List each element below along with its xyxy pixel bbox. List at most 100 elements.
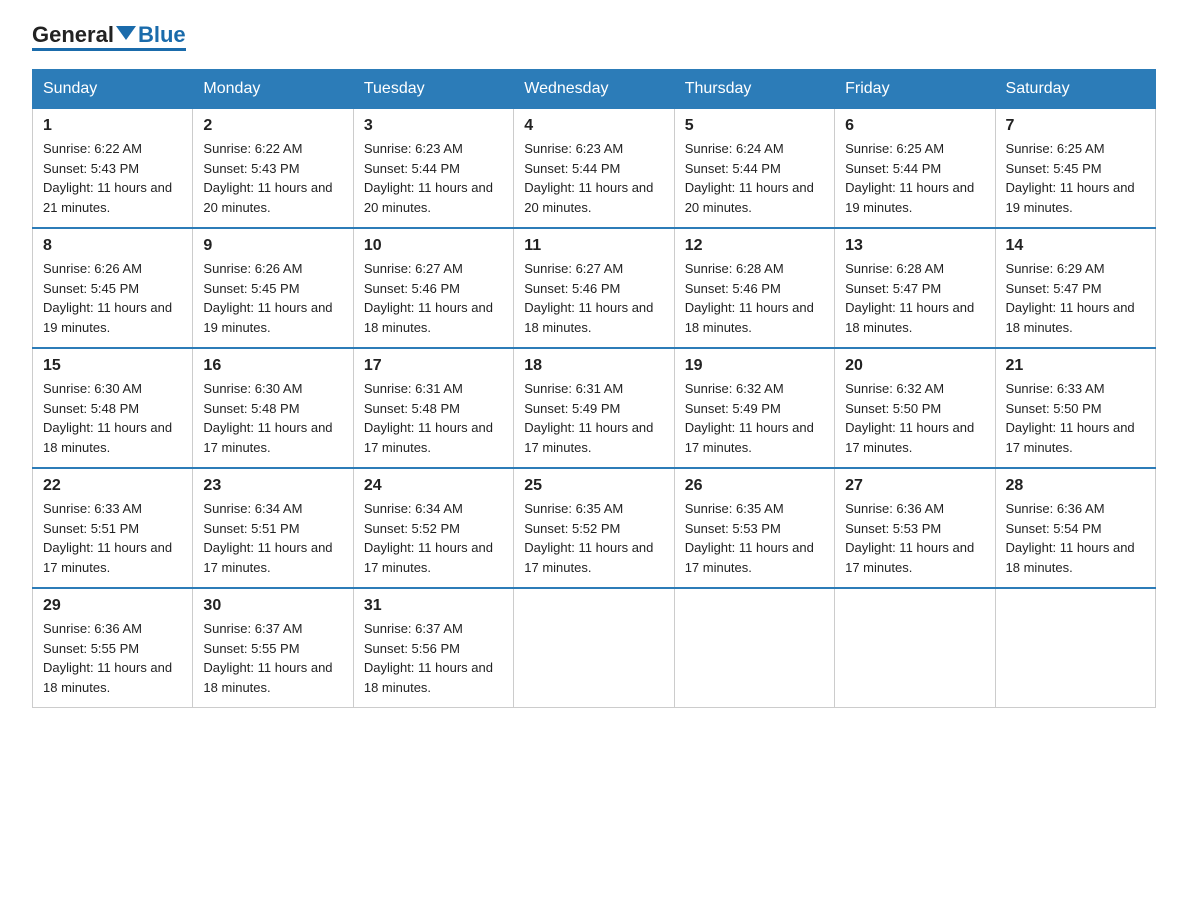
day-info: Sunrise: 6:34 AMSunset: 5:51 PMDaylight:… bbox=[203, 499, 342, 577]
calendar-cell: 9Sunrise: 6:26 AMSunset: 5:45 PMDaylight… bbox=[193, 228, 353, 348]
day-number: 16 bbox=[203, 357, 342, 375]
day-number: 8 bbox=[43, 237, 182, 255]
calendar-cell: 27 Sunrise: 6:36 AMSunset: 5:53 PMDayligh… bbox=[835, 468, 995, 588]
weekday-header-monday: Monday bbox=[193, 70, 353, 109]
weekday-header-tuesday: Tuesday bbox=[353, 70, 513, 109]
calendar-cell: 11 Sunrise: 6:27 AMSunset: 5:46 PMDayligh… bbox=[514, 228, 674, 348]
day-number: 19 bbox=[685, 357, 824, 375]
day-number: 22 bbox=[43, 477, 182, 495]
calendar-cell: 17 Sunrise: 6:31 AMSunset: 5:48 PMDayligh… bbox=[353, 348, 513, 468]
day-info: Sunrise: 6:35 AMSunset: 5:53 PMDaylight:… bbox=[685, 499, 824, 577]
calendar-cell: 12 Sunrise: 6:28 AMSunset: 5:46 PMDayligh… bbox=[674, 228, 834, 348]
day-number: 29 bbox=[43, 597, 182, 615]
weekday-header-saturday: Saturday bbox=[995, 70, 1155, 109]
day-info: Sunrise: 6:22 AMSunset: 5:43 PMDaylight:… bbox=[203, 139, 342, 217]
logo: General Blue bbox=[32, 24, 186, 51]
day-info: Sunrise: 6:32 AMSunset: 5:50 PMDaylight:… bbox=[845, 379, 984, 457]
calendar-cell: 13 Sunrise: 6:28 AMSunset: 5:47 PMDayligh… bbox=[835, 228, 995, 348]
calendar-cell bbox=[514, 588, 674, 708]
calendar-cell: 26Sunrise: 6:35 AMSunset: 5:53 PMDayligh… bbox=[674, 468, 834, 588]
calendar-cell: 22 Sunrise: 6:33 AMSunset: 5:51 PMDayligh… bbox=[33, 468, 193, 588]
calendar-cell: 31Sunrise: 6:37 AMSunset: 5:56 PMDayligh… bbox=[353, 588, 513, 708]
day-number: 24 bbox=[364, 477, 503, 495]
weekday-header-friday: Friday bbox=[835, 70, 995, 109]
day-info: Sunrise: 6:30 AMSunset: 5:48 PMDaylight:… bbox=[203, 379, 342, 457]
day-number: 18 bbox=[524, 357, 663, 375]
day-info: Sunrise: 6:28 AMSunset: 5:46 PMDaylight:… bbox=[685, 259, 824, 337]
calendar-cell: 25Sunrise: 6:35 AMSunset: 5:52 PMDayligh… bbox=[514, 468, 674, 588]
calendar-cell: 14 Sunrise: 6:29 AMSunset: 5:47 PMDayligh… bbox=[995, 228, 1155, 348]
day-info: Sunrise: 6:22 AMSunset: 5:43 PMDaylight:… bbox=[43, 139, 182, 217]
calendar-cell: 21 Sunrise: 6:33 AMSunset: 5:50 PMDayligh… bbox=[995, 348, 1155, 468]
calendar-cell: 15 Sunrise: 6:30 AMSunset: 5:48 PMDayligh… bbox=[33, 348, 193, 468]
day-number: 21 bbox=[1006, 357, 1145, 375]
calendar-cell: 4Sunrise: 6:23 AMSunset: 5:44 PMDaylight… bbox=[514, 109, 674, 229]
day-info: Sunrise: 6:33 AMSunset: 5:51 PMDaylight:… bbox=[43, 499, 182, 577]
day-number: 30 bbox=[203, 597, 342, 615]
day-number: 13 bbox=[845, 237, 984, 255]
day-number: 6 bbox=[845, 117, 984, 135]
calendar-table: SundayMondayTuesdayWednesdayThursdayFrid… bbox=[32, 69, 1156, 708]
calendar-cell: 1Sunrise: 6:22 AMSunset: 5:43 PMDaylight… bbox=[33, 109, 193, 229]
day-number: 17 bbox=[364, 357, 503, 375]
day-info: Sunrise: 6:37 AMSunset: 5:55 PMDaylight:… bbox=[203, 619, 342, 697]
day-number: 5 bbox=[685, 117, 824, 135]
day-number: 10 bbox=[364, 237, 503, 255]
day-info: Sunrise: 6:25 AMSunset: 5:45 PMDaylight:… bbox=[1006, 139, 1145, 217]
day-number: 23 bbox=[203, 477, 342, 495]
day-info: Sunrise: 6:26 AMSunset: 5:45 PMDaylight:… bbox=[43, 259, 182, 337]
calendar-cell: 19 Sunrise: 6:32 AMSunset: 5:49 PMDayligh… bbox=[674, 348, 834, 468]
day-number: 3 bbox=[364, 117, 503, 135]
calendar-week-3: 15 Sunrise: 6:30 AMSunset: 5:48 PMDayligh… bbox=[33, 348, 1156, 468]
calendar-week-4: 22 Sunrise: 6:33 AMSunset: 5:51 PMDayligh… bbox=[33, 468, 1156, 588]
day-info: Sunrise: 6:31 AMSunset: 5:48 PMDaylight:… bbox=[364, 379, 503, 457]
weekday-header-wednesday: Wednesday bbox=[514, 70, 674, 109]
day-info: Sunrise: 6:36 AMSunset: 5:53 PMDaylight:… bbox=[845, 499, 984, 577]
day-number: 15 bbox=[43, 357, 182, 375]
calendar-cell bbox=[995, 588, 1155, 708]
day-info: Sunrise: 6:23 AMSunset: 5:44 PMDaylight:… bbox=[364, 139, 503, 217]
calendar-cell: 6 Sunrise: 6:25 AMSunset: 5:44 PMDaylight… bbox=[835, 109, 995, 229]
day-info: Sunrise: 6:37 AMSunset: 5:56 PMDaylight:… bbox=[364, 619, 503, 697]
weekday-header-thursday: Thursday bbox=[674, 70, 834, 109]
logo-arrow-icon bbox=[116, 26, 136, 40]
calendar-week-1: 1Sunrise: 6:22 AMSunset: 5:43 PMDaylight… bbox=[33, 109, 1156, 229]
calendar-cell: 3 Sunrise: 6:23 AMSunset: 5:44 PMDaylight… bbox=[353, 109, 513, 229]
day-info: Sunrise: 6:24 AMSunset: 5:44 PMDaylight:… bbox=[685, 139, 824, 217]
day-info: Sunrise: 6:36 AMSunset: 5:55 PMDaylight:… bbox=[43, 619, 182, 697]
day-number: 14 bbox=[1006, 237, 1145, 255]
day-number: 2 bbox=[203, 117, 342, 135]
day-number: 4 bbox=[524, 117, 663, 135]
day-number: 12 bbox=[685, 237, 824, 255]
logo-underline bbox=[32, 48, 186, 51]
day-info: Sunrise: 6:30 AMSunset: 5:48 PMDaylight:… bbox=[43, 379, 182, 457]
day-info: Sunrise: 6:36 AMSunset: 5:54 PMDaylight:… bbox=[1006, 499, 1145, 577]
page-header: General Blue bbox=[32, 24, 1156, 51]
day-number: 9 bbox=[203, 237, 342, 255]
calendar-cell: 23 Sunrise: 6:34 AMSunset: 5:51 PMDayligh… bbox=[193, 468, 353, 588]
calendar-cell: 16 Sunrise: 6:30 AMSunset: 5:48 PMDayligh… bbox=[193, 348, 353, 468]
logo-general-text: General bbox=[32, 24, 114, 46]
calendar-week-5: 29 Sunrise: 6:36 AMSunset: 5:55 PMDayligh… bbox=[33, 588, 1156, 708]
day-number: 11 bbox=[524, 237, 663, 255]
calendar-cell: 29 Sunrise: 6:36 AMSunset: 5:55 PMDayligh… bbox=[33, 588, 193, 708]
day-info: Sunrise: 6:29 AMSunset: 5:47 PMDaylight:… bbox=[1006, 259, 1145, 337]
calendar-cell: 5 Sunrise: 6:24 AMSunset: 5:44 PMDaylight… bbox=[674, 109, 834, 229]
weekday-header-sunday: Sunday bbox=[33, 70, 193, 109]
calendar-cell: 28 Sunrise: 6:36 AMSunset: 5:54 PMDayligh… bbox=[995, 468, 1155, 588]
calendar-cell bbox=[674, 588, 834, 708]
day-info: Sunrise: 6:34 AMSunset: 5:52 PMDaylight:… bbox=[364, 499, 503, 577]
day-info: Sunrise: 6:25 AMSunset: 5:44 PMDaylight:… bbox=[845, 139, 984, 217]
day-info: Sunrise: 6:27 AMSunset: 5:46 PMDaylight:… bbox=[364, 259, 503, 337]
day-number: 20 bbox=[845, 357, 984, 375]
calendar-cell: 7Sunrise: 6:25 AMSunset: 5:45 PMDaylight… bbox=[995, 109, 1155, 229]
day-info: Sunrise: 6:32 AMSunset: 5:49 PMDaylight:… bbox=[685, 379, 824, 457]
day-number: 28 bbox=[1006, 477, 1145, 495]
calendar-cell bbox=[835, 588, 995, 708]
calendar-cell: 2 Sunrise: 6:22 AMSunset: 5:43 PMDaylight… bbox=[193, 109, 353, 229]
day-number: 27 bbox=[845, 477, 984, 495]
day-info: Sunrise: 6:27 AMSunset: 5:46 PMDaylight:… bbox=[524, 259, 663, 337]
day-info: Sunrise: 6:28 AMSunset: 5:47 PMDaylight:… bbox=[845, 259, 984, 337]
day-info: Sunrise: 6:35 AMSunset: 5:52 PMDaylight:… bbox=[524, 499, 663, 577]
day-info: Sunrise: 6:33 AMSunset: 5:50 PMDaylight:… bbox=[1006, 379, 1145, 457]
